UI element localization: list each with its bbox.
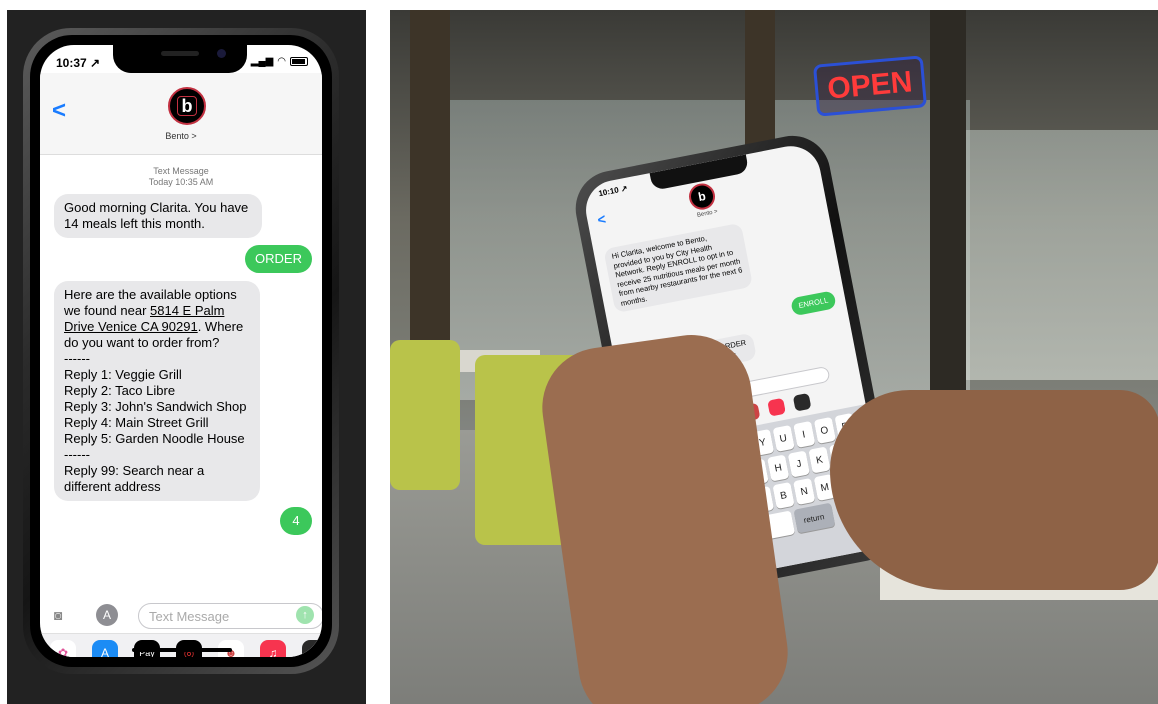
- return-key[interactable]: return: [792, 502, 835, 534]
- key-u[interactable]: U: [772, 425, 795, 453]
- camera-lens-icon: [217, 49, 226, 58]
- option-5: Reply 5: Garden Noodle House: [64, 431, 245, 446]
- outgoing-message-enroll: ENROLL: [790, 290, 837, 316]
- animoji-icon[interactable]: [792, 392, 812, 412]
- phone-bezel: 10:37 ↗ ▂▄▆ ◠ < b Bento > Text Message T…: [30, 35, 332, 667]
- back-button[interactable]: <: [52, 97, 66, 125]
- app-store-icon[interactable]: A: [96, 604, 118, 626]
- cafe-window-right: [950, 130, 1158, 380]
- status-time: 10:10 ↗: [597, 183, 629, 199]
- key-b[interactable]: B: [772, 481, 795, 509]
- status-icons: ▂▄▆ ◠: [251, 56, 308, 67]
- back-icon[interactable]: <: [596, 211, 607, 228]
- key-i[interactable]: I: [792, 421, 815, 449]
- separator: ------: [64, 351, 90, 366]
- phone-screen: 10:37 ↗ ▂▄▆ ◠ < b Bento > Text Message T…: [40, 45, 322, 657]
- photo-hands-holding-phone: OPEN 10:10 ↗ < b Bento > Hi Clarita, wel…: [390, 10, 1158, 704]
- incoming-message-welcome: Hi Clarita, welcome to Bento, provided t…: [603, 222, 754, 314]
- option-99: Reply 99: Search near a different addres…: [64, 463, 205, 494]
- cafe-column: [930, 10, 966, 430]
- right-hand: [830, 390, 1158, 590]
- battery-icon: [290, 57, 308, 66]
- signal-icon: ▂▄▆: [250, 56, 274, 67]
- key-k[interactable]: K: [808, 446, 831, 474]
- status-time: 10:37 ↗: [56, 56, 101, 70]
- phone-frame: 10:37 ↗ ▂▄▆ ◠ < b Bento > Text Message T…: [23, 28, 339, 674]
- animoji-icon[interactable]: ☺: [302, 640, 322, 657]
- key-n[interactable]: N: [793, 477, 816, 505]
- message-timestamp: Today 10:35 AM: [148, 177, 214, 187]
- outgoing-message-4: 4: [280, 507, 312, 535]
- conversation-header: < b Bento >: [40, 73, 322, 155]
- input-bar: ◙ A Text Message ↑: [40, 601, 322, 631]
- key-j[interactable]: J: [787, 450, 810, 478]
- wifi-icon: ◠: [277, 56, 286, 67]
- incoming-message-1: Good morning Clarita. You have 14 meals …: [54, 194, 262, 238]
- bento-logo-icon: b: [177, 96, 197, 116]
- yellow-chair: [390, 340, 460, 490]
- music-icon[interactable]: ♫: [260, 640, 286, 657]
- contact-avatar[interactable]: b: [168, 87, 206, 125]
- photos-icon[interactable]: ✿: [50, 640, 76, 657]
- bento-logo-icon[interactable]: b: [686, 181, 718, 212]
- open-neon-sign: OPEN: [812, 55, 928, 117]
- key-h[interactable]: H: [767, 454, 790, 482]
- option-4: Reply 4: Main Street Grill: [64, 415, 209, 430]
- separator-2: ------: [64, 447, 90, 462]
- app-store-icon[interactable]: A: [92, 640, 118, 657]
- option-2: Reply 2: Taco Libre: [64, 383, 176, 398]
- contact-name[interactable]: Bento >: [40, 131, 322, 141]
- send-icon[interactable]: ↑: [296, 606, 314, 624]
- key-o[interactable]: O: [813, 417, 836, 445]
- stage: 10:37 ↗ ▂▄▆ ◠ < b Bento > Text Message T…: [0, 0, 1158, 704]
- app-strip: ✿ A Pay ◎ ☻ ♫ ☺: [40, 633, 322, 657]
- home-indicator: [132, 648, 232, 652]
- left-panel: 10:37 ↗ ▂▄▆ ◠ < b Bento > Text Message T…: [7, 10, 366, 704]
- message-type: Text Message: [153, 166, 209, 176]
- option-3: Reply 3: John's Sandwich Shop: [64, 399, 247, 414]
- option-1: Reply 1: Veggie Grill: [64, 367, 182, 382]
- music-icon[interactable]: [767, 397, 786, 417]
- message-meta: Text Message Today 10:35 AM: [40, 166, 322, 188]
- notch: [113, 45, 247, 73]
- camera-icon[interactable]: ◙: [54, 607, 76, 623]
- incoming-message-options: Here are the available options we found …: [54, 281, 260, 501]
- message-input[interactable]: Text Message: [138, 603, 322, 629]
- speaker-icon: [161, 51, 199, 56]
- outgoing-message-order: ORDER: [245, 245, 312, 273]
